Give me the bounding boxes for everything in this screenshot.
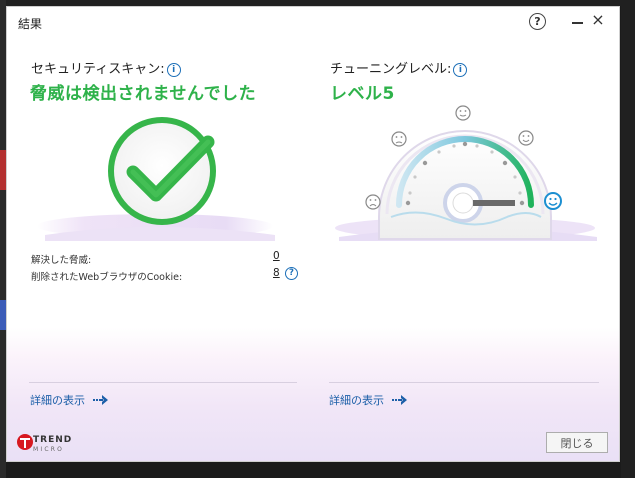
close-button[interactable]: 閉じる xyxy=(546,432,608,453)
arrow-right-icon[interactable] xyxy=(93,394,109,406)
security-divider xyxy=(29,382,297,383)
desktop-right-strip xyxy=(621,0,635,478)
logo-line1: TREND xyxy=(33,435,73,445)
results-window: 結果 ? × セキュリティスキャン: i 脅威は検出されませんでした 解決した脅… xyxy=(6,6,620,462)
arrow-right-icon[interactable] xyxy=(392,394,408,406)
security-detail-link[interactable]: 詳細の表示 xyxy=(30,392,85,408)
trend-micro-logo-icon xyxy=(17,434,33,450)
tuning-divider xyxy=(329,382,599,383)
tuning-detail-link[interactable]: 詳細の表示 xyxy=(329,392,384,408)
logo-line2: MICRO xyxy=(33,446,65,453)
